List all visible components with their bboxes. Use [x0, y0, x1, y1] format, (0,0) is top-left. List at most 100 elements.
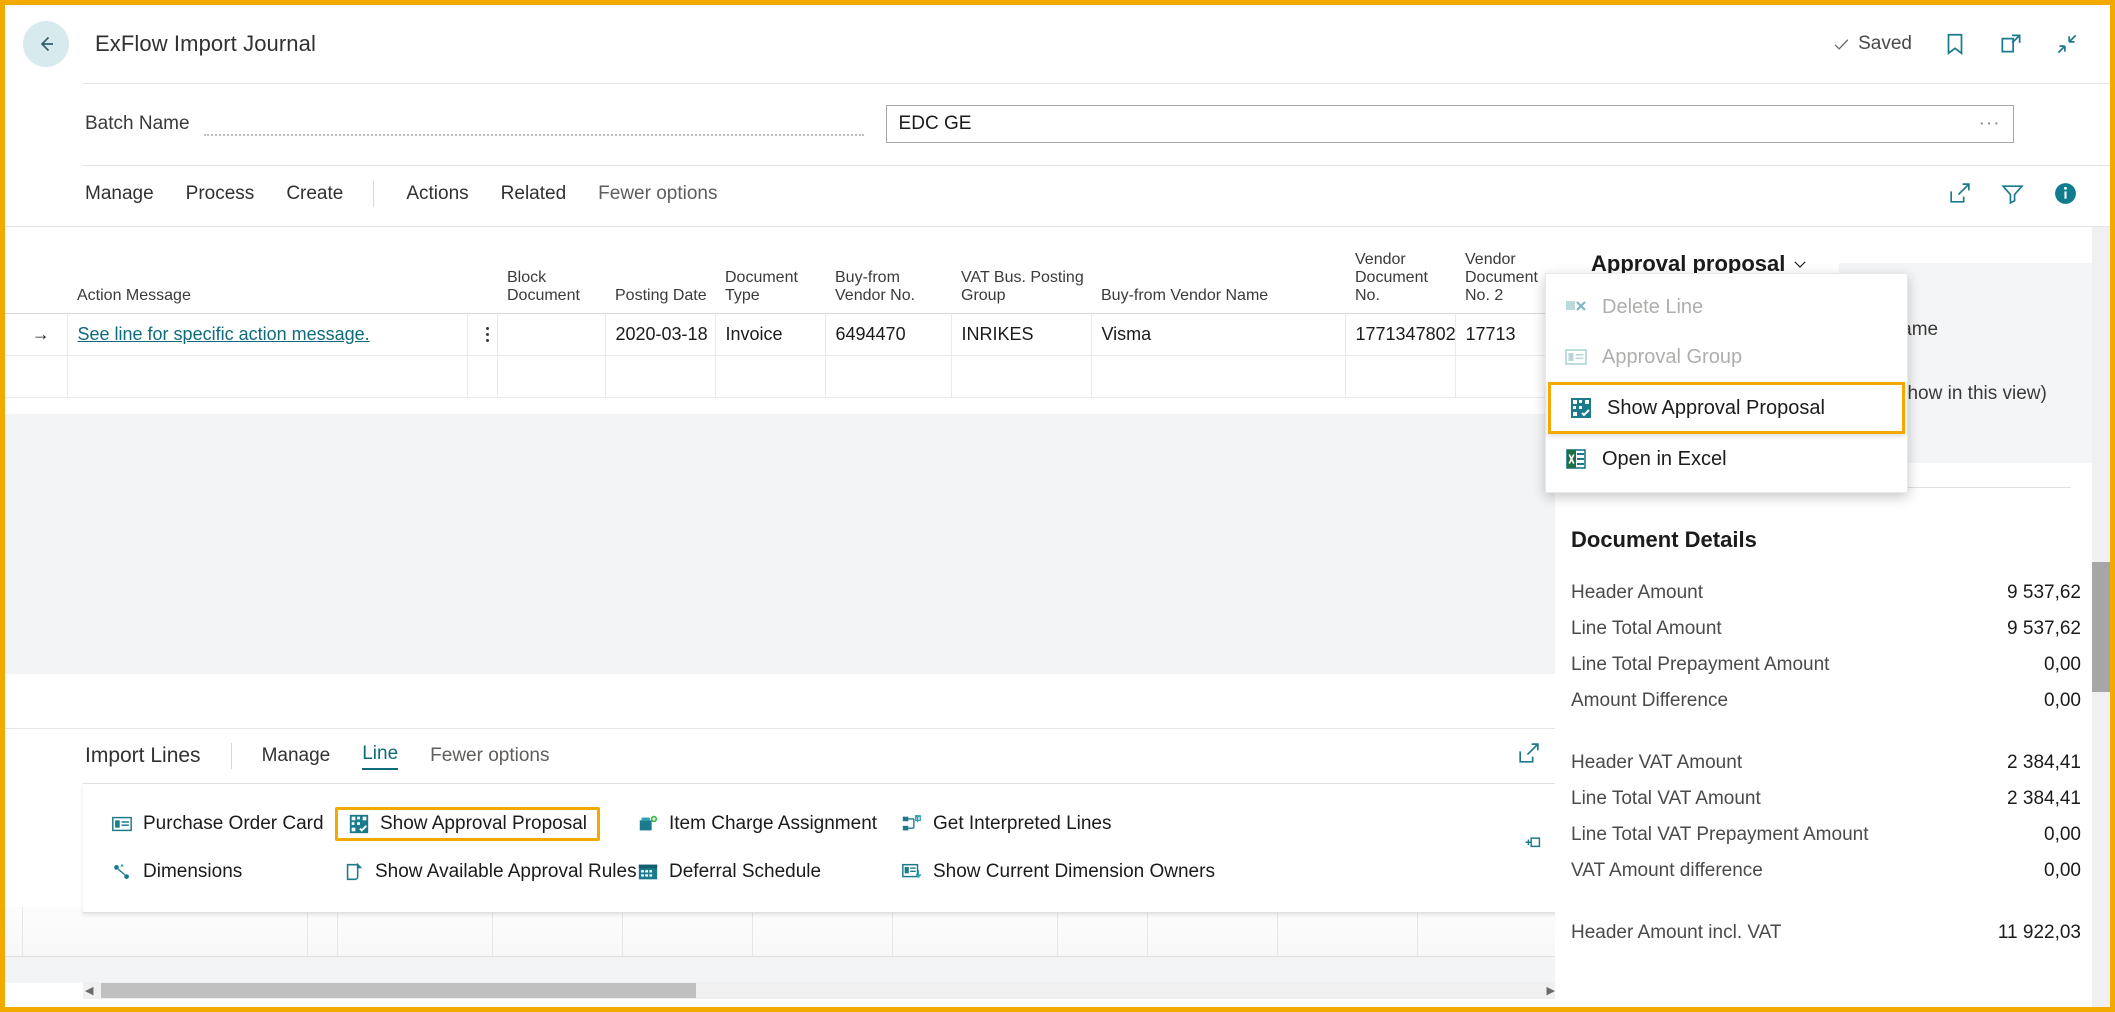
delete-line-icon: [1566, 301, 1586, 311]
share-icon[interactable]: [1947, 181, 1972, 206]
row-indicator: →: [5, 313, 68, 356]
grid-header-vat-bus-posting-group[interactable]: VAT Bus. Posting Group: [951, 227, 1091, 314]
dimension-owners-icon: [902, 863, 922, 879]
detail-row-line-total-vat-prepayment-amount: Line Total VAT Prepayment Amount 0,00: [1571, 817, 2081, 853]
page-vertical-scrollbar[interactable]: [2092, 227, 2110, 1007]
filter-icon[interactable]: [2000, 181, 2025, 206]
batch-name-row: Batch Name EDC GE ···: [5, 83, 2110, 165]
share-icon[interactable]: [1516, 741, 1541, 766]
cell-document-type[interactable]: Invoice: [715, 313, 826, 356]
tab-line[interactable]: Line: [362, 743, 399, 770]
ribbon-item-process[interactable]: Process: [186, 183, 255, 205]
detail-value: 2 384,41: [2007, 788, 2081, 809]
ribbon-item-related[interactable]: Related: [501, 183, 567, 205]
cell-posting-date[interactable]: [605, 355, 716, 398]
info-icon[interactable]: [2053, 181, 2078, 206]
cell-buy-from-vendor-name[interactable]: [1091, 355, 1346, 398]
ribbon-item-create[interactable]: Create: [286, 183, 343, 205]
detail-row-line-total-vat-amount: Line Total VAT Amount 2 384,41: [1571, 781, 2081, 817]
cell-block-document[interactable]: [497, 355, 606, 398]
grid-header-row: Action Message Block Document Posting Da…: [5, 227, 1565, 314]
grid-header-posting-date[interactable]: Posting Date: [605, 227, 715, 314]
tab-manage[interactable]: Manage: [262, 745, 331, 767]
detail-label: VAT Amount difference: [1571, 860, 1763, 881]
table-row[interactable]: → See line for specific action message. …: [5, 313, 1566, 356]
app-window: ExFlow Import Journal Saved Batch Name E…: [0, 0, 2115, 1012]
grid-col: [1058, 907, 1148, 957]
grid-header-buy-from-vendor-no[interactable]: Buy-from Vendor No.: [825, 227, 951, 314]
grid-table: Action Message Block Document Posting Da…: [5, 227, 1566, 398]
detail-label: Header Amount: [1571, 582, 1704, 603]
action-message-link[interactable]: See line for specific action message.: [78, 324, 370, 344]
item-charge-assignment-button[interactable]: Item Charge Assignment: [629, 808, 877, 840]
batch-name-lookup-button[interactable]: ···: [1979, 113, 2001, 135]
import-lines-horizontal-scrollbar[interactable]: ◀ ▶: [83, 982, 1558, 999]
grid-col: [1418, 907, 1565, 957]
show-approval-proposal-button[interactable]: Show Approval Proposal: [335, 807, 601, 841]
tab-fewer-options[interactable]: Fewer options: [430, 745, 549, 767]
scroll-right-arrow-icon[interactable]: ▶: [1547, 984, 1555, 997]
deferral-schedule-button[interactable]: Deferral Schedule: [629, 856, 859, 888]
grid-header-buy-from-vendor-name[interactable]: Buy-from Vendor Name: [1091, 227, 1345, 314]
scrollbar-thumb[interactable]: [101, 983, 696, 998]
collapse-icon[interactable]: [2054, 31, 2080, 57]
detail-row-header-amount-incl-vat: Header Amount incl. VAT 11 922,03: [1571, 915, 2081, 951]
detail-label: Line Total Prepayment Amount: [1571, 654, 1830, 675]
table-row[interactable]: [5, 355, 1566, 398]
deferral-schedule-icon: [638, 864, 658, 880]
show-current-dimension-owners-button[interactable]: Show Current Dimension Owners: [893, 856, 1215, 888]
purchase-order-card-icon: [112, 816, 132, 832]
ribbon-bar: Manage Process Create Actions Related Fe…: [5, 166, 2110, 221]
scrollbar-thumb[interactable]: [2092, 562, 2110, 692]
line-actions-row-1: Purchase Order Card Show Approval Propos…: [83, 800, 1562, 848]
menu-item-show-approval-proposal[interactable]: Show Approval Proposal: [1548, 382, 1905, 434]
detail-label: Line Total Amount: [1571, 618, 1722, 639]
show-available-approval-rules-button[interactable]: Show Available Approval Rules: [335, 856, 637, 888]
batch-name-label: Batch Name: [85, 113, 190, 134]
get-interpreted-lines-button[interactable]: Get Interpreted Lines: [893, 808, 1163, 840]
cell-block-document[interactable]: [497, 313, 606, 356]
cell-buy-from-vendor-no[interactable]: 6494470: [825, 313, 952, 356]
detail-value: 0,00: [2044, 860, 2081, 881]
ribbon-item-manage[interactable]: Manage: [85, 183, 154, 205]
cell-vat-bus-posting-group[interactable]: [951, 355, 1092, 398]
pin-panel-button[interactable]: [1522, 835, 1544, 862]
menu-item-open-in-excel[interactable]: Open in Excel: [1546, 434, 1907, 484]
cell-buy-from-vendor-name[interactable]: Visma: [1091, 313, 1346, 356]
detail-label: Line Total VAT Amount: [1571, 788, 1761, 809]
batch-name-input[interactable]: EDC GE ···: [885, 105, 2014, 143]
dimensions-button[interactable]: Dimensions: [103, 856, 313, 888]
cell-vat-bus-posting-group[interactable]: INRIKES: [951, 313, 1092, 356]
grid-col: [5, 907, 23, 957]
ribbon-item-actions[interactable]: Actions: [406, 183, 468, 205]
import-lines-grid-filler: [5, 957, 1565, 983]
cell-document-type[interactable]: [715, 355, 826, 398]
cell-action-message[interactable]: [67, 355, 468, 398]
row-context-menu-button[interactable]: [467, 355, 498, 398]
cell-action-message[interactable]: See line for specific action message.: [67, 313, 468, 356]
scroll-left-arrow-icon[interactable]: ◀: [85, 984, 93, 997]
row-context-menu-button[interactable]: [467, 313, 498, 356]
purchase-order-card-button[interactable]: Purchase Order Card: [103, 808, 324, 840]
ribbon-item-fewer-options[interactable]: Fewer options: [598, 183, 717, 205]
bookmark-icon[interactable]: [1942, 31, 1968, 57]
button-label: Show Approval Proposal: [380, 813, 588, 834]
grid-header-action-message[interactable]: Action Message: [67, 227, 467, 314]
cell-vendor-document-no[interactable]: [1345, 355, 1456, 398]
cell-buy-from-vendor-no[interactable]: [825, 355, 952, 398]
grid-col: [623, 907, 753, 957]
open-in-new-window-icon[interactable]: [1998, 31, 2024, 57]
cell-posting-date[interactable]: 2020-03-18: [605, 313, 716, 356]
menu-item-approval-group: Approval Group: [1546, 332, 1907, 382]
back-arrow-icon: [40, 36, 53, 52]
grid-header-document-type[interactable]: Document Type: [715, 227, 825, 314]
grid-col: [493, 907, 623, 957]
import-lines-divider: [230, 743, 232, 769]
back-button[interactable]: [23, 21, 69, 67]
chevron-down-icon[interactable]: [1791, 255, 1809, 273]
detail-group-gap: [1571, 719, 2081, 745]
grid-header-block-document[interactable]: Block Document: [497, 227, 605, 314]
grid-header-vendor-document-no[interactable]: Vendor Document No.: [1345, 227, 1455, 314]
cell-vendor-document-no[interactable]: 1771347802: [1345, 313, 1456, 356]
import-lines-title: Import Lines: [85, 744, 201, 767]
